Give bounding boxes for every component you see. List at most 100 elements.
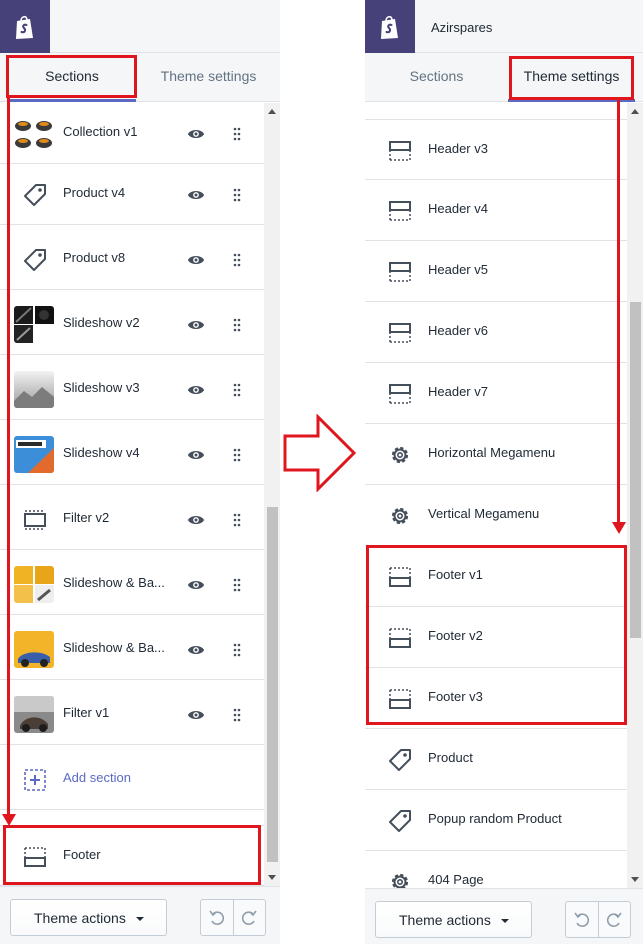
list-item[interactable]: Product v8 (0, 229, 264, 290)
eye-icon[interactable] (187, 316, 205, 334)
eye-icon[interactable] (187, 706, 205, 724)
list-item[interactable]: Slideshow v3 (0, 359, 264, 420)
store-name: Azirspares (431, 20, 493, 35)
shopify-logo[interactable] (365, 0, 415, 53)
footer-layout-icon (389, 628, 411, 648)
scrollbar[interactable] (264, 103, 280, 886)
slideshow-thumbnail (14, 371, 54, 408)
list-item[interactable]: Filter v1 (0, 684, 264, 745)
section-label: Slideshow v2 (63, 315, 140, 330)
eye-icon[interactable] (187, 125, 205, 143)
list-item[interactable]: Header v4 (365, 180, 627, 241)
theme-actions-label: Theme actions (34, 909, 126, 926)
gear-icon (391, 446, 409, 464)
list-item[interactable]: Product (365, 729, 627, 790)
eye-icon[interactable] (187, 381, 205, 399)
setting-label: Horizontal Megamenu (428, 445, 556, 460)
eye-icon[interactable] (187, 251, 205, 269)
eye-icon[interactable] (187, 576, 205, 594)
list-item[interactable]: Footer v1 (365, 546, 627, 607)
drag-handle-icon[interactable] (232, 383, 242, 397)
scrollbar[interactable] (627, 103, 643, 888)
right-arrow-icon (283, 414, 357, 492)
divider (233, 900, 234, 935)
list-item[interactable]: Slideshow & Ba... (0, 554, 264, 615)
list-item[interactable]: Collection v1 (0, 103, 264, 164)
drag-handle-icon[interactable] (232, 127, 242, 141)
list-item[interactable]: Horizontal Megamenu (365, 424, 627, 485)
setting-label: Header v7 (428, 384, 488, 399)
active-tab-indicator (508, 99, 635, 102)
section-label: Slideshow & Ba... (63, 640, 165, 655)
add-section-label: Add section (63, 770, 131, 785)
slideshow-thumbnail (14, 436, 54, 473)
tab-sections[interactable]: Sections (8, 53, 136, 102)
list-item[interactable]: Header v5 (365, 241, 627, 302)
scroll-down-arrow[interactable] (268, 875, 276, 880)
list-item[interactable]: Vertical Megamenu (365, 485, 627, 546)
footer-section[interactable]: Footer (0, 825, 264, 886)
tab-sections[interactable]: Sections (371, 53, 502, 102)
tab-theme-settings[interactable]: Theme settings (145, 53, 272, 102)
undo-icon[interactable] (572, 910, 592, 930)
scroll-up-arrow[interactable] (631, 109, 639, 114)
list-item[interactable]: Slideshow v2 (0, 294, 264, 355)
eye-icon[interactable] (187, 186, 205, 204)
redo-icon[interactable] (604, 910, 624, 930)
list-item[interactable]: Slideshow & Ba... (0, 619, 264, 680)
list-item[interactable]: Product v4 (0, 164, 264, 225)
setting-label: Vertical Megamenu (428, 506, 540, 521)
section-label: Collection v1 (63, 124, 138, 139)
eye-icon[interactable] (187, 511, 205, 529)
setting-label: Header v6 (428, 323, 488, 338)
drag-handle-icon[interactable] (232, 578, 242, 592)
tab-sections-label: Sections (409, 68, 464, 84)
drag-handle-icon[interactable] (232, 318, 242, 332)
sections-list: Collection v1 Product v4 Product v8 Slid… (0, 103, 280, 886)
divider (598, 902, 599, 937)
theme-settings-panel: Azirspares Sections Theme settings Heade… (365, 0, 643, 944)
scroll-up-arrow[interactable] (268, 109, 276, 114)
section-label: Slideshow & Ba... (63, 575, 165, 590)
list-item[interactable]: Footer v3 (365, 668, 627, 729)
list-item[interactable]: Popup random Product (365, 790, 627, 851)
shopify-logo[interactable] (0, 0, 50, 53)
footer-layout-icon (389, 689, 411, 709)
tag-icon (389, 810, 411, 832)
theme-actions-button[interactable]: Theme actions (375, 901, 532, 938)
drag-handle-icon[interactable] (232, 253, 242, 267)
scroll-down-arrow[interactable] (631, 877, 639, 882)
footer-layout-icon (389, 567, 411, 587)
add-section-button[interactable]: Add section (0, 749, 264, 810)
eye-icon[interactable] (187, 641, 205, 659)
top-bar: Azirspares (365, 0, 643, 53)
drag-handle-icon[interactable] (232, 708, 242, 722)
list-item[interactable]: Header v3 (365, 119, 627, 180)
drag-handle-icon[interactable] (232, 448, 242, 462)
drag-handle-icon[interactable] (232, 643, 242, 657)
tab-theme-settings-label: Theme settings (160, 68, 257, 84)
scrollbar-thumb[interactable] (267, 507, 278, 862)
footer-label: Footer (63, 847, 101, 862)
top-bar (0, 0, 280, 53)
list-item[interactable]: Slideshow v4 (0, 424, 264, 485)
list-item[interactable]: 404 Page (365, 851, 627, 888)
scrollbar-thumb[interactable] (630, 302, 641, 638)
tab-theme-settings-label: Theme settings (523, 68, 620, 84)
drag-handle-icon[interactable] (232, 513, 242, 527)
tab-theme-settings[interactable]: Theme settings (508, 53, 635, 102)
header-layout-icon (389, 384, 411, 404)
shopify-bag-icon (16, 15, 33, 39)
section-label: Filter v1 (63, 705, 110, 720)
list-item[interactable]: Header v7 (365, 363, 627, 424)
undo-icon[interactable] (207, 908, 227, 928)
theme-actions-button[interactable]: Theme actions (10, 899, 167, 936)
redo-icon[interactable] (239, 908, 259, 928)
eye-icon[interactable] (187, 446, 205, 464)
list-item[interactable]: Footer v2 (365, 607, 627, 668)
drag-handle-icon[interactable] (232, 188, 242, 202)
section-label: Filter v2 (63, 510, 110, 525)
list-item[interactable]: Header v6 (365, 302, 627, 363)
list-item[interactable]: Filter v2 (0, 489, 264, 550)
annotation-arrowhead-icon (2, 814, 16, 826)
